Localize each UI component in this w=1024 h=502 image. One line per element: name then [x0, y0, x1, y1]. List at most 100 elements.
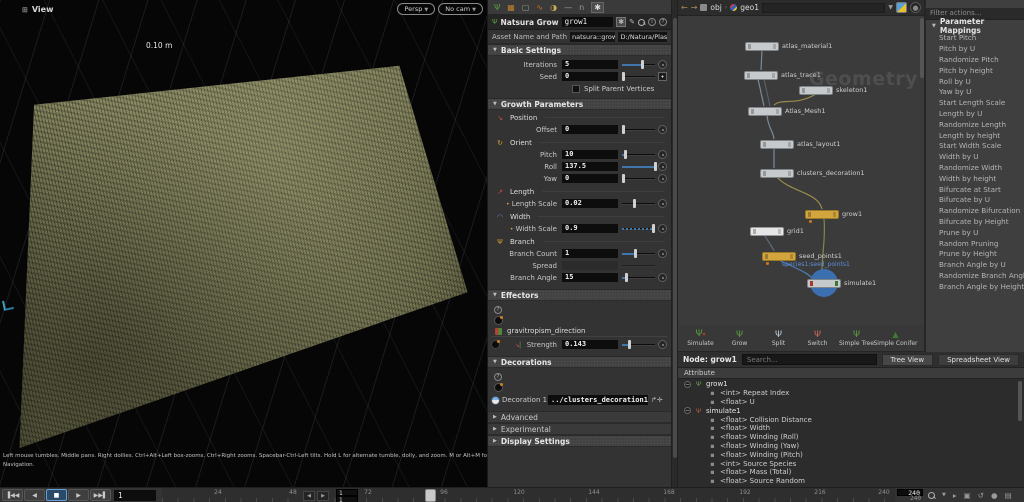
network-editor[interactable]: ← → obj › geo1 ▼ ● Geometry atlas_materi…	[678, 0, 925, 325]
mapping-item[interactable]: Bifurcate at Start	[926, 184, 1024, 195]
help-icon[interactable]: ?	[494, 305, 502, 314]
width-scale-input[interactable]: 0.9	[562, 224, 618, 233]
mapping-item[interactable]: Width by U	[926, 151, 1024, 162]
wire-label[interactable]: species1:seed_points1	[782, 261, 850, 268]
mapping-item[interactable]: Width by height	[926, 173, 1024, 184]
mapping-item[interactable]: Randomize Pitch	[926, 54, 1024, 65]
attribute-scrollbar[interactable]	[1018, 381, 1022, 421]
section-decorations[interactable]: ▼ Decorations	[488, 356, 671, 368]
offset-dial[interactable]	[658, 125, 667, 134]
spread-input[interactable]	[562, 261, 618, 270]
timeline-ruler[interactable]: 24 48 72 96 120 144 168 192 216 240	[162, 488, 895, 502]
node-chooser-icon[interactable]: ✛	[657, 396, 663, 404]
iterations-slider[interactable]	[622, 60, 655, 69]
branch-angle-dial[interactable]	[658, 273, 667, 282]
pitch-input[interactable]: 10	[562, 150, 618, 159]
shelf-tool-button[interactable]: Switch	[799, 330, 836, 347]
roll-slider[interactable]	[622, 162, 657, 171]
breadcrumb-node[interactable]: geo1	[740, 3, 759, 12]
step-icon[interactable]: ▸	[953, 490, 957, 501]
attribute-row[interactable]: <float> Width	[678, 424, 1024, 433]
node-body[interactable]	[762, 251, 796, 261]
attribute-row[interactable]: <float> Winding (Pitch)	[678, 450, 1024, 459]
attribute-row[interactable]: <int> Source Species	[678, 459, 1024, 468]
visibility-icon[interactable]	[490, 395, 500, 405]
graph-node[interactable]: grid1	[750, 226, 804, 236]
attribute-row[interactable]: <float> Collision Distance	[678, 415, 1024, 424]
mapping-item[interactable]: Pitch by U	[926, 43, 1024, 54]
mapping-item[interactable]: Branch Angle by U	[926, 259, 1024, 270]
chevron-down-icon[interactable]: ▼	[942, 490, 946, 501]
mapping-item[interactable]: Length by height	[926, 130, 1024, 141]
split-parent-vertices-checkbox[interactable]	[572, 84, 580, 93]
iterations-input[interactable]: 5	[562, 60, 618, 69]
graph-node[interactable]: clusters_decoration1	[760, 168, 865, 178]
forward-icon[interactable]: →	[691, 3, 698, 12]
play-reverse-button[interactable]: ◀	[24, 489, 45, 501]
roll-dial[interactable]	[658, 162, 667, 171]
add-effector-icon[interactable]	[494, 316, 503, 325]
node-body[interactable]	[750, 226, 784, 236]
graph-node[interactable]: atlas_material1	[745, 41, 832, 51]
search-icon[interactable]	[638, 18, 645, 26]
help-icon[interactable]: ?	[659, 18, 667, 26]
back-icon[interactable]: ←	[681, 3, 688, 12]
roll-input[interactable]: 137.5	[562, 162, 618, 171]
mapping-item[interactable]: Roll by U	[926, 76, 1024, 87]
attribute-row[interactable]: <float> U	[678, 398, 1024, 407]
current-frame-input[interactable]: 1	[114, 490, 156, 501]
shelf-tool-button[interactable]: Simulate	[682, 329, 719, 347]
chevron-down-icon[interactable]: ▼	[888, 4, 893, 11]
yaw-input[interactable]: 0	[562, 174, 618, 183]
jump-end-button[interactable]: ▶▶▌	[90, 489, 111, 501]
camera-select-button[interactable]: No cam ▼	[438, 3, 483, 15]
palette-icon[interactable]: ▦	[507, 3, 515, 12]
mapping-item[interactable]: Length by U	[926, 108, 1024, 119]
dash-icon[interactable]: —	[564, 3, 572, 12]
decoration-1-path-input[interactable]: ../clusters_decoration1	[548, 395, 648, 405]
node-body[interactable]	[807, 278, 841, 288]
spreadsheet-view-button[interactable]: Spreadsheet View	[938, 353, 1019, 366]
graph-node[interactable]: simulate1	[807, 278, 876, 288]
node-body[interactable]	[799, 85, 833, 95]
length-scale-slider[interactable]	[622, 199, 655, 208]
help-icon[interactable]: ?	[494, 372, 502, 381]
shelf-tool-button[interactable]: Split	[760, 330, 797, 347]
asset-path-dropdown[interactable]: D:/Natura/Plas...⇕	[618, 31, 667, 42]
branch-count-dial[interactable]	[658, 249, 667, 258]
keyframe-icon[interactable]: •	[510, 226, 514, 233]
range-start-input[interactable]: 1	[336, 488, 358, 497]
attribute-row[interactable]: <float> Winding (Yaw)	[678, 442, 1024, 451]
info-icon[interactable]: i	[648, 18, 656, 26]
section-advanced[interactable]: ▶ Advanced	[488, 411, 671, 423]
attribute-row[interactable]: <float> Winding (Roll)	[678, 433, 1024, 442]
camera-icon[interactable]: ●	[910, 2, 921, 13]
breadcrumb-root[interactable]: obj	[710, 3, 721, 12]
branch-angle-slider[interactable]	[622, 273, 655, 282]
attribute-row[interactable]: <int> Repeat Index	[678, 389, 1024, 398]
tree-icon[interactable]: Ψ	[494, 3, 500, 12]
attribute-row[interactable]: grow1	[678, 380, 1024, 389]
zoom-timeline-icon[interactable]	[928, 492, 935, 499]
mapping-item[interactable]: Randomize Width	[926, 162, 1024, 173]
branch-count-input[interactable]: 1	[562, 249, 618, 258]
tree-view-button[interactable]: Tree View	[881, 353, 934, 366]
iterations-dial[interactable]	[658, 60, 667, 69]
seed-input[interactable]: 0	[562, 72, 618, 81]
section-experimental[interactable]: ▶ Experimental	[488, 423, 671, 435]
node-body[interactable]	[760, 139, 794, 149]
network-scrollbar[interactable]	[920, 18, 924, 78]
path-field[interactable]	[762, 2, 886, 13]
asset-name-dropdown[interactable]: natsura::grow:...⇕	[570, 31, 616, 42]
width-scale-dial[interactable]	[658, 224, 667, 233]
add-decoration-icon[interactable]	[494, 383, 503, 392]
mapping-item[interactable]: Bifurcate by U	[926, 194, 1024, 205]
stop-button[interactable]: ■	[46, 489, 67, 501]
mapping-item[interactable]: Start Length Scale	[926, 97, 1024, 108]
audio-icon[interactable]: ▤	[1005, 490, 1012, 501]
pane-pin-icon[interactable]: ⊞	[22, 6, 28, 14]
range-start-sub-input[interactable]: 1	[336, 495, 358, 502]
pitch-dial[interactable]	[658, 150, 667, 159]
mapping-item[interactable]: Randomize Bifurcation	[926, 205, 1024, 216]
section-display-settings[interactable]: ▶ Display Settings	[488, 435, 671, 447]
